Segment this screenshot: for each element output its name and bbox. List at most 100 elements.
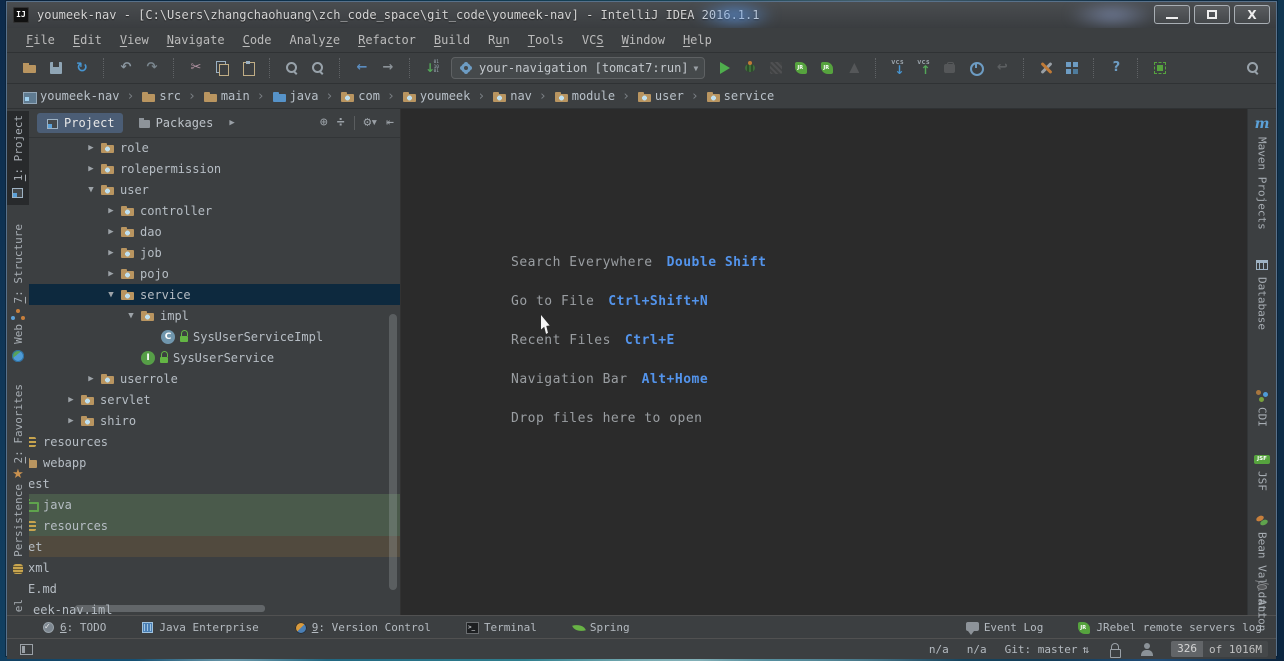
menu-view[interactable]: View	[111, 31, 158, 49]
tree-row-e-md[interactable]: E.md	[29, 578, 400, 599]
status-position-widget[interactable]: n/a	[967, 643, 987, 656]
toolwindow-button-ant[interactable]: Ant	[1248, 579, 1276, 619]
toolwindow-button-cdi[interactable]: CDI	[1248, 387, 1276, 427]
tree-row-shiro[interactable]: ▶ shiro	[29, 410, 400, 431]
tree-row-sysuserservice[interactable]: SysUserService	[29, 347, 400, 368]
tree-expanded-arrow-icon[interactable]: ▼	[102, 290, 120, 300]
tree-row-et[interactable]: et	[29, 536, 400, 557]
tree-collapsed-arrow-icon[interactable]: ▶	[102, 269, 120, 279]
sync-button[interactable]	[71, 57, 93, 79]
run-configuration-select[interactable]: your-navigation [tomcat7:run] ▼	[451, 57, 706, 79]
toolwindow-button-persistence[interactable]: Persistence	[7, 484, 29, 577]
tree-row-dao[interactable]: ▶ dao	[29, 221, 400, 242]
find-button[interactable]	[281, 57, 303, 79]
tree-row-xml[interactable]: xml	[29, 557, 400, 578]
toolwindow-button-7-structure[interactable]: 7: Structure	[7, 224, 29, 323]
toolwindow-button-9-version-control[interactable]: 9: Version Control	[293, 620, 431, 634]
git-branch-widget[interactable]: Git: master ⇅	[1005, 643, 1089, 656]
forward-button[interactable]	[377, 57, 399, 79]
menu-analyze[interactable]: Analyze	[281, 31, 350, 49]
paste-button[interactable]	[237, 57, 259, 79]
menu-edit[interactable]: Edit	[64, 31, 111, 49]
tree-collapsed-arrow-icon[interactable]: ▶	[82, 164, 100, 174]
toolwindow-button-database[interactable]: Database	[1248, 257, 1276, 330]
menu-refactor[interactable]: Refactor	[349, 31, 425, 49]
tree-row-sysuserserviceimpl[interactable]: SysUserServiceImpl	[29, 326, 400, 347]
vcs-up-button[interactable]	[913, 57, 935, 79]
toolwindow-button-java-enterprise[interactable]: Java Enterprise	[140, 620, 259, 634]
open-button[interactable]	[19, 57, 41, 79]
collapse-all-icon[interactable]	[337, 116, 345, 130]
tree-row-webapp[interactable]: webapp	[29, 452, 400, 473]
tree-expanded-arrow-icon[interactable]: ▼	[122, 311, 140, 321]
toolwindow-button-el[interactable]: el	[7, 599, 29, 612]
breadcrumb-module[interactable]: module	[551, 89, 618, 103]
tree-collapsed-arrow-icon[interactable]: ▶	[102, 206, 120, 216]
project-structure-button[interactable]	[1061, 57, 1083, 79]
toolwindow-toggle-button[interactable]	[15, 638, 37, 660]
tree-horizontal-scrollbar[interactable]	[75, 605, 265, 612]
tree-collapsed-arrow-icon[interactable]: ▶	[82, 143, 100, 153]
tree-row-user[interactable]: ▼ user	[29, 179, 400, 200]
tree-row-pojo[interactable]: ▶ pojo	[29, 263, 400, 284]
locate-icon[interactable]	[320, 116, 328, 130]
toolwindow-button-jsf[interactable]: JSF	[1248, 451, 1276, 491]
menu-file[interactable]: File	[17, 31, 64, 49]
tree-row-job[interactable]: ▶ job	[29, 242, 400, 263]
breadcrumb-main[interactable]: main	[200, 89, 253, 103]
search-everywhere-button[interactable]	[1242, 57, 1264, 79]
jrebel-save-button[interactable]	[1149, 57, 1171, 79]
menu-navigate[interactable]: Navigate	[158, 31, 234, 49]
breadcrumb-youmeek-nav[interactable]: youmeek-nav	[19, 89, 122, 104]
tree-vertical-scrollbar[interactable]	[389, 314, 397, 590]
copy-button[interactable]	[211, 57, 233, 79]
tree-row-java[interactable]: java	[29, 494, 400, 515]
close-button[interactable]: X	[1234, 5, 1270, 24]
maximize-button[interactable]	[1194, 5, 1230, 24]
settings-button[interactable]	[1035, 57, 1057, 79]
save-button[interactable]	[45, 57, 67, 79]
breadcrumb-src[interactable]: src	[138, 89, 184, 103]
jrebel-run-button[interactable]	[791, 57, 813, 79]
cut-button[interactable]	[185, 57, 207, 79]
breadcrumb-com[interactable]: com	[337, 89, 383, 103]
tree-row-service[interactable]: ▼ service	[29, 284, 400, 305]
menu-code[interactable]: Code	[234, 31, 281, 49]
toolwindow-button-maven-projects[interactable]: Maven Projects	[1248, 117, 1276, 230]
menu-help[interactable]: Help	[674, 31, 721, 49]
toolwindow-button-2-favorites[interactable]: 2: Favorites	[7, 384, 29, 483]
tree-row-resources[interactable]: resources	[29, 515, 400, 536]
breadcrumb-java[interactable]: java	[269, 89, 322, 103]
minimize-button[interactable]	[1154, 5, 1190, 24]
breadcrumb-service[interactable]: service	[703, 89, 778, 103]
toolwindow-button-spring[interactable]: Spring	[571, 620, 630, 634]
back-button[interactable]	[351, 57, 373, 79]
tree-row-controller[interactable]: ▶ controller	[29, 200, 400, 221]
undo-button[interactable]	[115, 57, 137, 79]
breadcrumb-nav[interactable]: nav	[489, 89, 535, 103]
menu-tools[interactable]: Tools	[519, 31, 573, 49]
vcs-down-button[interactable]	[887, 57, 909, 79]
toolwindow-button-terminal[interactable]: Terminal	[465, 620, 537, 634]
tree-row-role[interactable]: ▶ role	[29, 137, 400, 158]
editor-empty-area[interactable]: Search Everywhere Double Shift Go to File C…	[400, 109, 1248, 615]
breadcrumb-youmeek[interactable]: youmeek	[399, 89, 474, 103]
title-bar[interactable]: IJ youmeek-nav - [C:\Users\zhangchaohuan…	[7, 2, 1276, 28]
tree-row-resources[interactable]: resources	[29, 431, 400, 452]
tree-row-rolepermission[interactable]: ▶ rolepermission	[29, 158, 400, 179]
toolwindow-button-6-todo[interactable]: 6: TODO	[41, 620, 106, 634]
toolwindow-button-jrebel-remote-servers-log[interactable]: JRebel remote servers log	[1077, 620, 1262, 634]
toolwindow-button-web[interactable]: Web	[7, 324, 29, 364]
debug-button[interactable]	[739, 57, 761, 79]
menu-build[interactable]: Build	[425, 31, 479, 49]
menu-window[interactable]: Window	[613, 31, 674, 49]
history-button[interactable]	[965, 57, 987, 79]
tree-row-impl[interactable]: ▼ impl	[29, 305, 400, 326]
tab-project[interactable]: Project	[37, 113, 123, 133]
menu-vcs[interactable]: VCS	[573, 31, 613, 49]
tabs-more-icon[interactable]: ▶	[229, 118, 234, 128]
play-button[interactable]	[713, 57, 735, 79]
toolwindow-button-event-log[interactable]: Event Log	[965, 620, 1043, 635]
tree-collapsed-arrow-icon[interactable]: ▶	[102, 227, 120, 237]
tree-expanded-arrow-icon[interactable]: ▼	[82, 185, 100, 195]
